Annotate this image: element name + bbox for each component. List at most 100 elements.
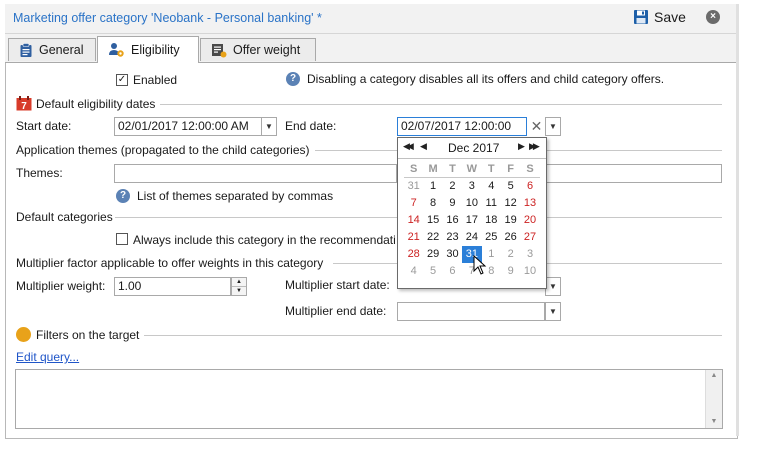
multiplier-end-dropdown[interactable]: ▼ <box>545 302 561 321</box>
calendar-day[interactable]: 22 <box>423 229 442 246</box>
stepper-down-icon[interactable]: ▼ <box>232 287 246 295</box>
calendar-day[interactable]: 29 <box>423 246 442 263</box>
calendar-day[interactable]: 28 <box>404 246 423 263</box>
calendar-day[interactable]: 9 <box>443 195 462 212</box>
calendar-day[interactable]: 23 <box>443 229 462 246</box>
always-include-label: Always include this category in the reco… <box>133 233 396 247</box>
calendar-day[interactable]: 15 <box>423 212 442 229</box>
stepper-up-icon[interactable]: ▲ <box>232 278 246 287</box>
calendar-week-row: 4 5 6 7 8 9 10 <box>404 263 540 280</box>
themes-input-right[interactable] <box>546 164 722 183</box>
scroll-up-icon[interactable]: ▲ <box>706 370 722 382</box>
themes-label: Themes: <box>16 166 63 180</box>
calendar-icon: 7 <box>16 96 32 112</box>
calendar-day[interactable]: 6 <box>443 263 462 280</box>
next-year-icon[interactable]: ▶▶ <box>529 141 540 152</box>
section-title-themes: Application themes (propagated to the ch… <box>16 143 310 157</box>
weekday-header: S <box>404 161 424 178</box>
section-divider <box>315 150 397 151</box>
calendar-day[interactable]: 19 <box>501 212 520 229</box>
calendar-week-row: 21 22 23 24 25 26 27 <box>404 229 540 246</box>
calendar-day[interactable]: 8 <box>423 195 442 212</box>
calendar-day[interactable]: 6 <box>520 178 539 195</box>
multiplier-weight-input[interactable]: 1.00 <box>114 277 231 296</box>
section-divider <box>160 104 722 105</box>
calendar-day[interactable]: 16 <box>443 212 462 229</box>
calendar-day[interactable]: 11 <box>482 195 501 212</box>
calendar-day[interactable]: 24 <box>462 229 481 246</box>
calendar-day[interactable]: 12 <box>501 195 520 212</box>
multiplier-end-input[interactable] <box>397 302 545 321</box>
calendar-day[interactable]: 7 <box>404 195 423 212</box>
svg-text:7: 7 <box>21 101 27 111</box>
calendar-day[interactable]: 26 <box>501 229 520 246</box>
calendar-day[interactable]: 31 <box>404 178 423 195</box>
tab-eligibility[interactable]: Eligibility <box>97 36 199 63</box>
start-date-dropdown[interactable]: ▼ <box>261 117 277 136</box>
start-date-input[interactable]: 02/01/2017 12:00:00 AM <box>114 117 262 136</box>
tab-eligibility-label: Eligibility <box>131 43 180 57</box>
tab-offer-weight[interactable]: Offer weight <box>200 38 316 61</box>
enabled-checkbox[interactable]: ✓ <box>116 74 128 86</box>
calendar-day[interactable]: 20 <box>520 212 539 229</box>
weight-list-icon <box>212 43 227 57</box>
calendar-day[interactable]: 5 <box>501 178 520 195</box>
mouse-cursor-icon <box>473 255 487 275</box>
prev-year-icon[interactable]: ◀◀ <box>403 141 414 152</box>
calendar-day[interactable]: 3 <box>520 246 539 263</box>
calendar-day[interactable]: 2 <box>443 178 462 195</box>
query-textarea[interactable]: ▲ ▼ <box>15 369 723 429</box>
tab-offer-weight-label: Offer weight <box>233 43 301 57</box>
people-gear-icon <box>109 43 124 57</box>
scroll-down-icon[interactable]: ▼ <box>706 416 722 428</box>
calendar-day[interactable]: 14 <box>404 212 423 229</box>
calendar-week-row: 14 15 16 17 18 19 20 <box>404 212 540 229</box>
calendar-grid: S M T W T F S 31 1 2 3 4 5 6 7 8 9 10 11 12 13 14 15 16 17 18 19 20… <box>404 161 540 280</box>
calendar-day[interactable]: 4 <box>404 263 423 280</box>
multiplier-end-label: Multiplier end date: <box>285 304 387 318</box>
calendar-day[interactable]: 17 <box>462 212 481 229</box>
multiplier-weight-stepper[interactable]: ▲ ▼ <box>231 277 247 296</box>
calendar-day[interactable]: 25 <box>482 229 501 246</box>
enabled-label: Enabled <box>133 73 178 87</box>
multiplier-start-dropdown[interactable]: ▼ <box>545 277 561 296</box>
section-title-filters: Filters on the target <box>36 328 140 342</box>
calendar-day[interactable]: 30 <box>443 246 462 263</box>
section-title-default-categories: Default categories <box>16 210 113 224</box>
calendar-day[interactable]: 10 <box>520 263 539 280</box>
section-divider <box>546 217 722 218</box>
weekday-header: S <box>520 161 540 178</box>
calendar-month-label[interactable]: Dec 2017 <box>448 141 499 155</box>
textarea-scrollbar[interactable]: ▲ ▼ <box>705 370 722 428</box>
always-include-checkbox[interactable] <box>116 233 128 245</box>
filter-dot-icon <box>16 327 31 342</box>
calendar-day[interactable]: 3 <box>462 178 481 195</box>
themes-input[interactable] <box>114 164 397 183</box>
end-date-dropdown[interactable]: ▼ <box>545 117 561 136</box>
window-edge <box>736 4 739 436</box>
calendar-day[interactable]: 9 <box>501 263 520 280</box>
calendar-day[interactable]: 4 <box>482 178 501 195</box>
close-icon[interactable]: × <box>706 10 720 24</box>
calendar-day[interactable]: 5 <box>423 263 442 280</box>
end-date-input[interactable]: 02/07/2017 12:00:00 AM <box>397 117 527 150</box>
prev-month-icon[interactable]: ◀ <box>420 141 427 152</box>
section-title-multiplier: Multiplier factor applicable to offer we… <box>16 256 324 270</box>
calendar-day[interactable]: 18 <box>482 212 501 229</box>
save-button[interactable]: Save <box>633 9 686 25</box>
calendar-day[interactable]: 2 <box>501 246 520 263</box>
edit-query-link[interactable]: Edit query... <box>16 350 79 364</box>
calendar-week-row: 7 8 9 10 11 12 13 <box>404 195 540 212</box>
tab-general[interactable]: General <box>8 38 96 61</box>
calendar-day[interactable]: 1 <box>423 178 442 195</box>
help-icon: ? <box>116 189 130 203</box>
next-month-icon[interactable]: ▶ <box>518 141 525 152</box>
multiplier-start-label: Multiplier start date: <box>285 278 390 292</box>
calendar-day[interactable]: 21 <box>404 229 423 246</box>
weekday-header: M <box>423 161 443 178</box>
themes-help-text: List of themes separated by commas <box>137 189 334 203</box>
calendar-day[interactable]: 13 <box>520 195 539 212</box>
clear-date-icon[interactable]: ✕ <box>528 117 545 136</box>
calendar-day[interactable]: 27 <box>520 229 539 246</box>
calendar-day[interactable]: 10 <box>462 195 481 212</box>
